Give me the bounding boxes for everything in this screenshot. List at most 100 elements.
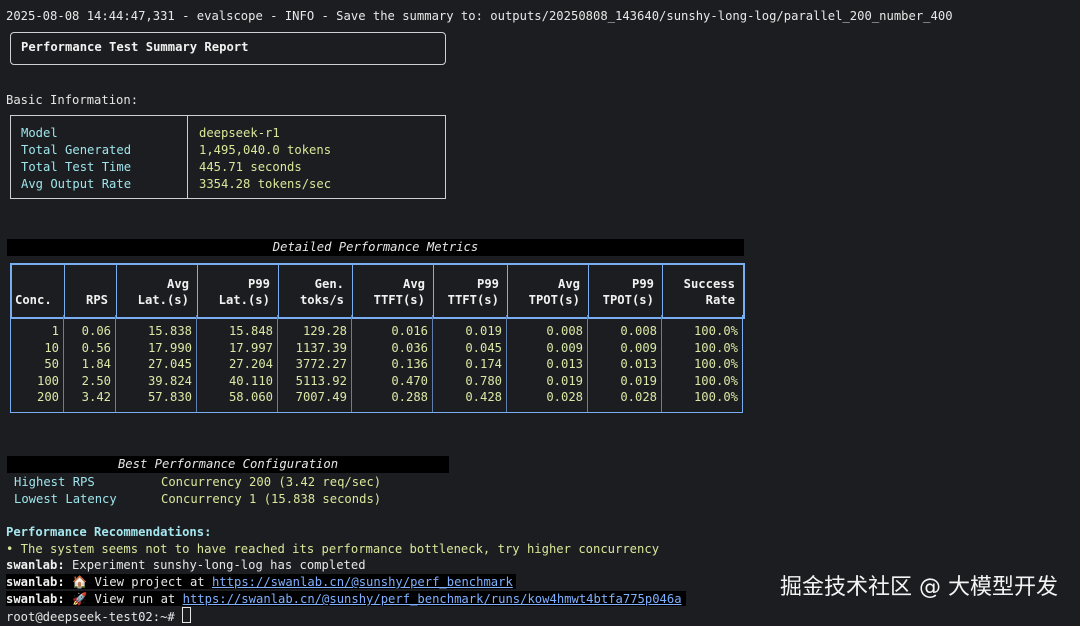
header-conc: Conc. [15, 276, 61, 308]
cell-gen-toks: 7007.49 [295, 390, 347, 405]
report-title-box: Performance Test Summary Report [10, 32, 446, 65]
metrics-table-body: 1 0.06 15.838 15.848 129.28 0.016 0.019 0.008 0.… [10, 315, 743, 413]
header-line-1: P99 [247, 277, 270, 291]
cell-gen-toks: 129.28 [302, 324, 347, 338]
metrics-table-header: Conc. RPS Avg Lat.(s) P99 Lat.(s) Gen. toks/s A… [10, 263, 745, 319]
cell-avg-tpot: 0.028 [546, 390, 583, 405]
metrics-title-bar: Detailed Performance Metrics [7, 239, 744, 256]
header-avg-lat: Avg Lat.(s) [119, 276, 189, 308]
cell-avg-ttft: 0.288 [391, 390, 428, 405]
cell-avg-tpot: 0.009 [546, 340, 583, 355]
swanlab-project-line: swanlab: 🏠 View project at https://swanl… [6, 574, 513, 591]
header-line-2: TPOT(s) [528, 293, 580, 307]
header-line-2: TTFT(s) [447, 293, 499, 307]
swanlab-completed-line: swanlab: Experiment sunshy-long-log has … [6, 557, 366, 574]
cell-p99-lat: 27.204 [228, 357, 273, 372]
header-p99-tpot: P99 TPOT(s) [591, 276, 654, 308]
column-divider [116, 265, 117, 317]
info-divider [187, 116, 188, 198]
cell-p99-lat: 15.848 [228, 324, 273, 338]
swanlab-run-line: swanlab: 🚀 View run at https://swanlab.c… [6, 591, 682, 608]
header-line-2: TPOT(s) [602, 293, 654, 307]
cell-avg-lat: 17.990 [147, 340, 192, 355]
basic-info-label: Basic Information: [6, 93, 139, 107]
header-gen-toks: Gen. toks/s [281, 276, 344, 308]
header-line-2: Lat.(s) [218, 293, 270, 307]
column-divider [278, 265, 279, 317]
cell-avg-lat: 27.045 [147, 357, 192, 372]
info-value-avg-output-rate: 3354.28 tokens/sec [199, 177, 332, 191]
swanlab-run-text: 🚀 View run at [72, 592, 183, 606]
cell-p99-ttft: 0.780 [465, 373, 502, 388]
cell-rps: 1.84 [81, 357, 111, 372]
cell-p99-tpot: 0.013 [620, 357, 657, 372]
header-line-1 [67, 276, 108, 292]
prompt-text: root@deepseek-test02:~# [6, 610, 183, 624]
cell-conc: 10 [44, 340, 59, 355]
header-avg-tpot: Avg TPOT(s) [510, 276, 580, 308]
column-divider [662, 265, 663, 317]
header-line-1: Avg [166, 277, 189, 291]
header-line-2: toks/s [299, 293, 344, 307]
column-divider [507, 265, 508, 317]
header-line-2: RPS [85, 293, 108, 307]
cell-success-rate: 100.0% [693, 390, 738, 405]
watermark: 掘金技术社区 @ 大模型开发 [780, 575, 1058, 600]
info-key-avg-output-rate: Avg Output Rate [21, 177, 132, 191]
log-line: 2025-08-08 14:44:47,331 - evalscope - IN… [6, 9, 953, 23]
shell-prompt[interactable]: root@deepseek-test02:~# [6, 607, 192, 626]
cell-success-rate: 100.0% [693, 357, 738, 372]
cell-p99-tpot: 0.008 [620, 324, 657, 338]
cell-avg-ttft: 0.470 [391, 373, 428, 388]
header-line-2: TTFT(s) [373, 293, 425, 307]
header-p99-lat: P99 Lat.(s) [200, 276, 270, 308]
cell-p99-tpot: 0.009 [620, 340, 657, 355]
best-config-title: Best Performance Configuration [117, 457, 339, 471]
cell-p99-ttft: 0.428 [465, 390, 502, 405]
best-config-title-bar: Best Performance Configuration [7, 456, 449, 473]
info-value-model: deepseek-r1 [199, 126, 280, 140]
separator-dashes: ----------------------------------------… [6, 0, 1070, 8]
header-success-rate: Success Rate [665, 276, 735, 308]
cell-rps: 0.06 [81, 324, 111, 338]
cell-conc: 100 [36, 373, 59, 388]
cell-p99-lat: 58.060 [228, 390, 273, 405]
info-key-total-generated: Total Generated [21, 143, 132, 157]
cell-conc: 200 [36, 390, 59, 405]
cell-p99-ttft: 0.174 [465, 357, 502, 372]
run-link[interactable]: https://swanlab.cn/@sunshy/perf_benchmar… [183, 592, 682, 606]
header-line-1: Avg [557, 277, 580, 291]
swanlab-prefix: swanlab: [6, 558, 65, 572]
swanlab-prefix-3: swanlab: [6, 592, 65, 606]
best-value-lowest-latency: Concurrency 1 (15.838 seconds) [161, 492, 382, 506]
swanlab-completed-text: Experiment sunshy-long-log has completed [72, 558, 366, 572]
cell-p99-lat: 17.997 [228, 340, 273, 355]
cell-rps: 3.42 [81, 390, 111, 405]
basic-info-table: Model deepseek-r1 Total Generated 1,495,… [10, 115, 446, 199]
column-divider [588, 265, 589, 317]
best-key-highest-rps: Highest RPS [14, 475, 95, 489]
project-link[interactable]: https://swanlab.cn/@sunshy/perf_benchmar… [212, 575, 513, 589]
cell-avg-tpot: 0.008 [546, 324, 583, 338]
swanlab-project-text: 🏠 View project at [72, 575, 212, 589]
cell-p99-ttft: 0.019 [465, 324, 502, 338]
header-p99-ttft: P99 TTFT(s) [436, 276, 499, 308]
cell-p99-tpot: 0.028 [620, 390, 657, 405]
header-line-1: P99 [631, 277, 654, 291]
cell-success-rate: 100.0% [693, 373, 738, 388]
header-line-1: Success [683, 277, 735, 291]
metrics-title: Detailed Performance Metrics [272, 240, 479, 254]
column-divider [433, 265, 434, 317]
header-line-1 [15, 276, 61, 292]
cell-conc: 1 [51, 324, 59, 338]
header-line-2: Lat.(s) [137, 293, 189, 307]
cell-conc: 50 [44, 357, 59, 372]
cell-gen-toks: 1137.39 [295, 340, 347, 355]
header-line-1: Gen. [314, 277, 344, 291]
cell-p99-tpot: 0.019 [620, 373, 657, 388]
info-key-total-test-time: Total Test Time [21, 160, 132, 174]
header-line-2: Conc. [15, 293, 52, 307]
best-key-lowest-latency: Lowest Latency [14, 492, 117, 506]
header-line-1: P99 [476, 277, 499, 291]
cell-avg-tpot: 0.019 [546, 373, 583, 388]
